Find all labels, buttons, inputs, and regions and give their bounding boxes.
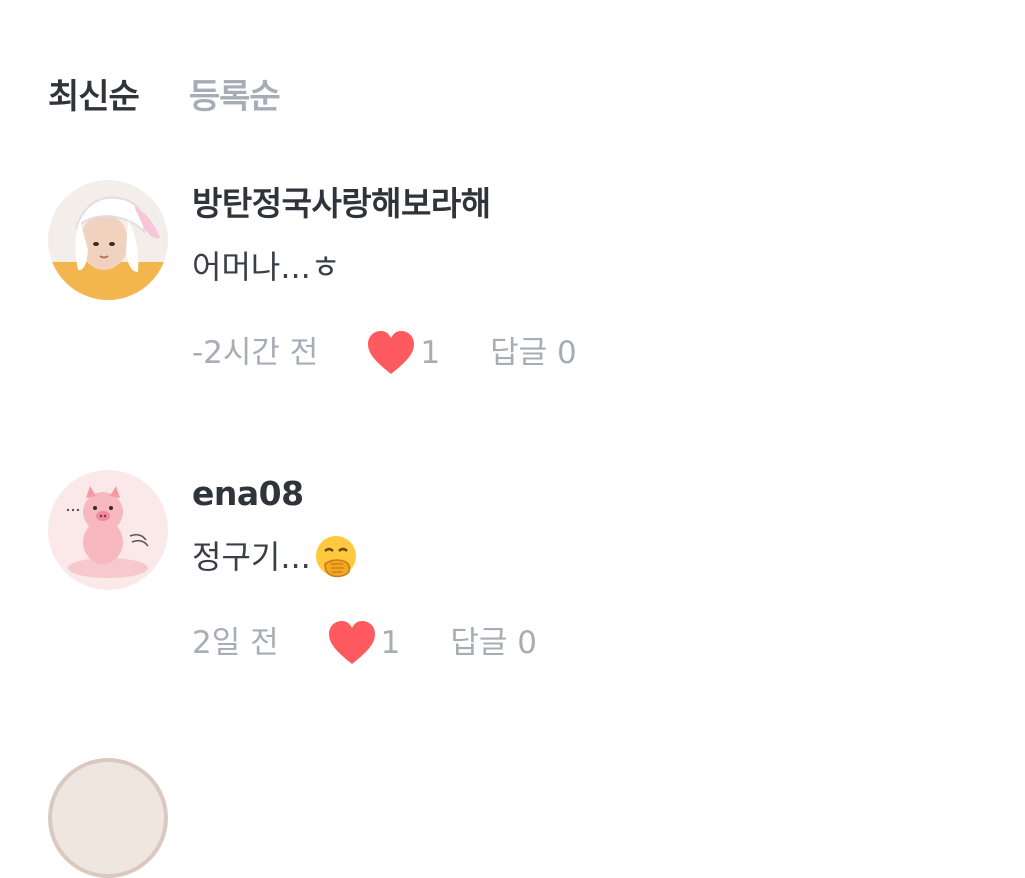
comment-author[interactable]: ena08	[192, 470, 992, 518]
avatar[interactable]	[48, 470, 168, 590]
comment-text-content: 어머나...ㅎ	[192, 248, 341, 286]
avatar[interactable]	[48, 180, 168, 300]
sort-tab-oldest[interactable]: 등록순	[189, 72, 281, 122]
comment-text-content: 정구기...	[192, 538, 311, 576]
user-photo-avatar-icon	[48, 180, 168, 300]
reply-button[interactable]: 답글 0	[450, 620, 537, 666]
avatar[interactable]	[48, 758, 168, 878]
reply-button[interactable]: 답글 0	[490, 330, 577, 376]
comment-text: 어머나...ㅎ	[192, 244, 992, 290]
comment-text: 정구기...	[192, 534, 992, 580]
like-count: 1	[380, 625, 401, 661]
like-button[interactable]: 1	[327, 620, 401, 666]
sort-tab-latest[interactable]: 최신순	[48, 72, 140, 122]
hand-over-mouth-emoji-icon	[315, 536, 356, 578]
comment-author[interactable]: 방탄정국사랑해보라해	[192, 180, 992, 228]
pink-pig-avatar-icon	[48, 470, 168, 590]
like-button[interactable]: 1	[366, 330, 440, 376]
sort-tabs: 최신순 등록순	[48, 72, 281, 122]
heart-icon	[368, 331, 415, 374]
comment-meta: 2일 전 1 답글 0	[192, 620, 992, 666]
heart-icon	[328, 621, 375, 664]
comment-time: -2시간 전	[192, 335, 319, 371]
comment-time: 2일 전	[192, 625, 279, 661]
like-count: 1	[420, 335, 441, 371]
user-avatar-icon	[48, 758, 168, 878]
comment-meta: -2시간 전 1 답글 0	[192, 330, 992, 376]
